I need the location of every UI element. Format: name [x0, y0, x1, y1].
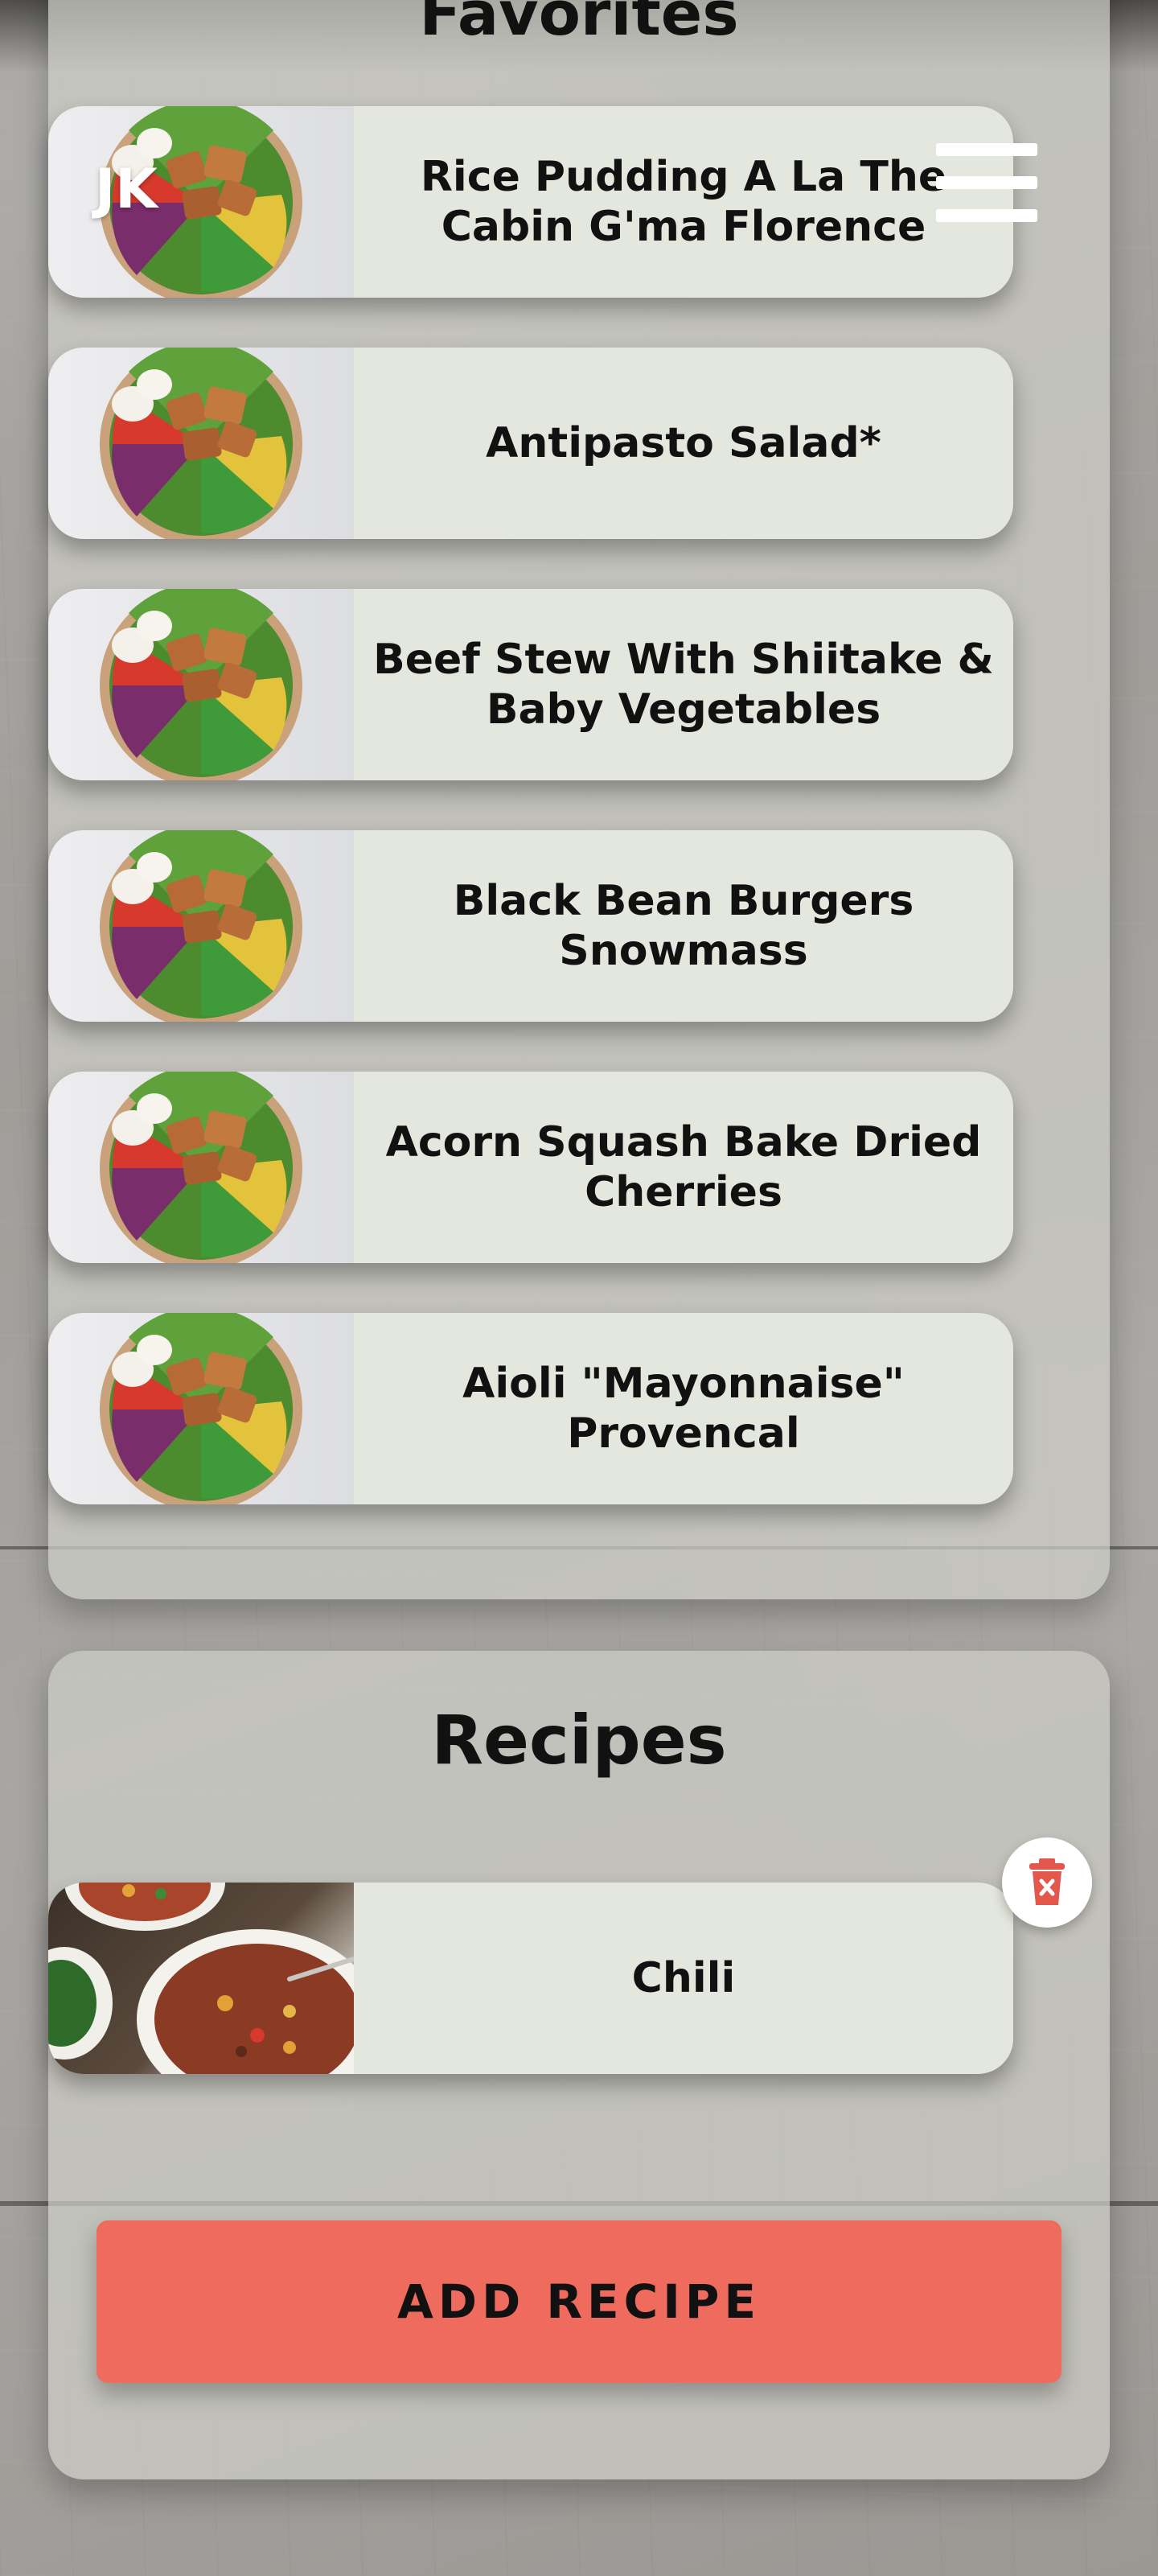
- salad-bowl-image: [100, 348, 302, 539]
- salad-bowl-image: [100, 1313, 302, 1504]
- favorite-card-label: Rice Pudding A La The Cabin G'ma Florenc…: [420, 153, 947, 251]
- salad-bowl-image: [100, 106, 302, 298]
- recipes-title: Recipes: [431, 1701, 727, 1780]
- trash-icon: [1029, 1858, 1065, 1905]
- salad-bowl-image: [100, 830, 302, 1022]
- recipe-thumbnail: [48, 348, 354, 539]
- favorite-card[interactable]: Rice Pudding A La The Cabin G'ma Florenc…: [48, 106, 1013, 298]
- salad-bowl-image: [100, 589, 302, 780]
- hamburger-menu-icon[interactable]: [936, 143, 1037, 222]
- user-avatar[interactable]: JK: [95, 158, 158, 221]
- recipe-card[interactable]: Chili: [48, 1883, 1013, 2074]
- favorite-card[interactable]: Black Bean Burgers Snowmass: [48, 830, 1013, 1022]
- recipe-thumbnail: [48, 1883, 354, 2074]
- recipe-thumbnail: [48, 589, 354, 780]
- favorite-card[interactable]: Acorn Squash Bake Dried Cherries: [48, 1072, 1013, 1263]
- recipe-thumbnail: [48, 1072, 354, 1263]
- favorite-card[interactable]: Antipasto Salad*: [48, 348, 1013, 539]
- recipe-thumbnail: [48, 830, 354, 1022]
- favorites-title: Favorites: [419, 0, 739, 49]
- recipe-card-label: Chili: [631, 1954, 736, 2002]
- recipe-thumbnail: [48, 106, 354, 298]
- recipe-thumbnail: [48, 1313, 354, 1504]
- favorite-card-label: Acorn Squash Bake Dried Cherries: [385, 1118, 982, 1216]
- favorite-card-label: Antipasto Salad*: [486, 419, 881, 467]
- salad-bowl-image: [100, 1072, 302, 1263]
- chili-bowl-image: [48, 1883, 354, 2074]
- favorite-card[interactable]: Aioli "Mayonnaise" Provencal: [48, 1313, 1013, 1504]
- favorite-card[interactable]: Beef Stew With Shiitake & Baby Vegetable…: [48, 589, 1013, 780]
- delete-recipe-button[interactable]: [1002, 1837, 1092, 1928]
- favorite-card-label: Aioli "Mayonnaise" Provencal: [462, 1360, 905, 1458]
- add-recipe-button[interactable]: ADD RECIPE: [96, 2220, 1062, 2383]
- favorite-card-label: Black Bean Burgers Snowmass: [453, 877, 914, 975]
- favorite-card-label: Beef Stew With Shiitake & Baby Vegetable…: [373, 636, 994, 734]
